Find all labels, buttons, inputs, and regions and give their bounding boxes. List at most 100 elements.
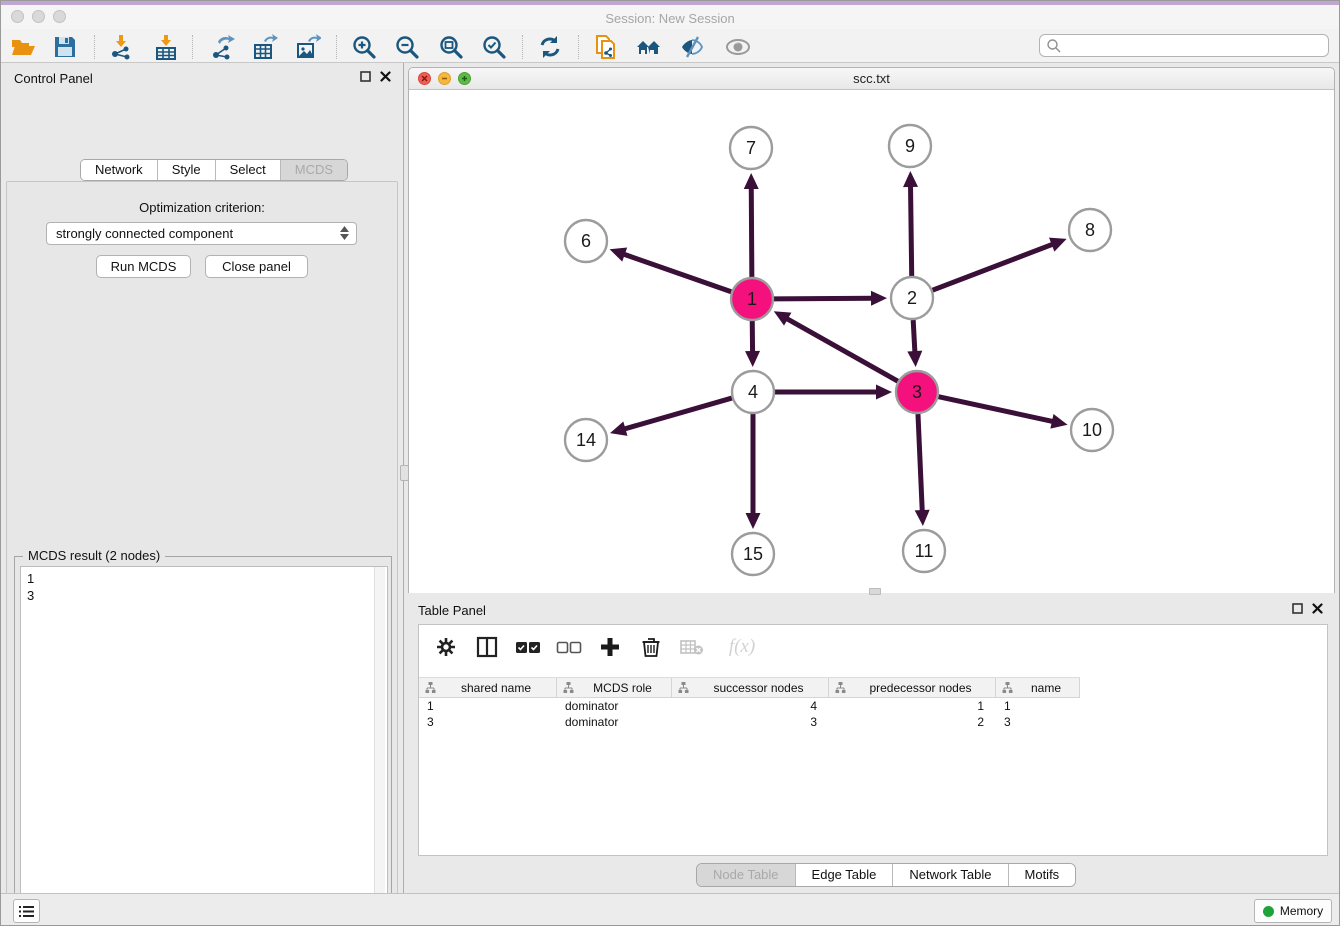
edge-1-2[interactable] (774, 298, 874, 299)
add-row-icon[interactable] (597, 634, 623, 660)
toolbar-separator (336, 35, 337, 59)
table-toolbar: f(x) (419, 625, 1327, 669)
close-panel-icon[interactable] (1312, 603, 1323, 614)
node-label: 7 (746, 138, 756, 158)
tab-mcds[interactable]: MCDS (281, 160, 347, 180)
column-header-label: MCDS role (574, 681, 671, 695)
search-input[interactable] (1062, 39, 1328, 53)
edge-arrowhead (903, 171, 918, 187)
network-graph[interactable]: 7968124314101511 (409, 90, 1334, 593)
chevron-updown-icon (340, 226, 349, 240)
column-header-name[interactable]: name (996, 678, 1080, 697)
tab-network-table[interactable]: Network Table (893, 864, 1008, 886)
node-label: 6 (581, 231, 591, 251)
node-label: 9 (905, 136, 915, 156)
edge-arrowhead (610, 247, 628, 261)
zoom-fit-icon[interactable] (437, 33, 465, 61)
column-header-mcds-role[interactable]: MCDS role (557, 678, 672, 697)
window-title: Session: New Session (1, 9, 1339, 29)
table-cell[interactable]: dominator (557, 698, 672, 714)
table-settings-icon[interactable] (433, 634, 459, 660)
column-header-label: name (1013, 681, 1079, 695)
edge-arrowhead (610, 421, 627, 435)
tab-motifs[interactable]: Motifs (1009, 864, 1076, 886)
horizontal-splitter-handle[interactable] (869, 588, 881, 595)
tab-select[interactable]: Select (216, 160, 281, 180)
tab-style[interactable]: Style (158, 160, 216, 180)
node-table-container: f(x) shared name MCDS rolesuccessor nodes… (418, 624, 1328, 856)
result-scrollbar[interactable] (374, 567, 385, 926)
network-overview-icon[interactable] (635, 33, 663, 61)
tab-network[interactable]: Network (81, 160, 158, 180)
network-canvas[interactable]: 7968124314101511 (409, 90, 1334, 593)
column-header-shared-name[interactable]: shared name (419, 678, 557, 697)
edge-3-10[interactable] (938, 397, 1054, 422)
edge-2-9[interactable] (911, 184, 912, 276)
table-cell[interactable]: 1 (829, 698, 996, 714)
memory-button[interactable]: Memory (1254, 899, 1332, 923)
edge-arrowhead (745, 351, 760, 367)
column-header-successor-nodes[interactable]: successor nodes (672, 678, 829, 697)
edge-2-3[interactable] (913, 320, 915, 354)
table-row[interactable]: 3dominator323 (419, 714, 1080, 730)
table-cell[interactable]: 3 (672, 714, 829, 730)
column-header-predecessor-nodes[interactable]: predecessor nodes (829, 678, 996, 697)
zoom-selected-icon[interactable] (480, 33, 508, 61)
import-network-icon[interactable] (107, 33, 135, 61)
zoom-out-icon[interactable] (393, 33, 421, 61)
open-session-icon[interactable] (9, 33, 37, 61)
dropdown-value: strongly connected component (56, 226, 233, 241)
search-icon (1046, 38, 1062, 54)
close-panel-icon[interactable] (380, 71, 391, 82)
table-cell[interactable]: 2 (829, 714, 996, 730)
edge-arrowhead (876, 385, 892, 400)
optimization-criterion-dropdown[interactable]: strongly connected component (46, 222, 357, 245)
clone-network-icon[interactable] (592, 33, 620, 61)
export-network-icon[interactable] (209, 33, 237, 61)
tab-node-table[interactable]: Node Table (697, 864, 796, 886)
tab-edge-table[interactable]: Edge Table (796, 864, 894, 886)
float-panel-icon[interactable] (1292, 603, 1303, 614)
node-label: 11 (915, 541, 934, 561)
control-panel-tabstrip: NetworkStyleSelectMCDS (80, 159, 348, 181)
titlebar: Session: New Session (1, 5, 1339, 29)
table-cell[interactable]: 1 (419, 698, 557, 714)
table-panel-title: Table Panel (418, 603, 486, 618)
select-all-icon[interactable] (515, 634, 541, 660)
edge-3-1[interactable] (785, 318, 898, 382)
column-type-icon (835, 682, 846, 693)
mcds-result-text[interactable]: 13 (20, 566, 388, 926)
control-panel-header: Control Panel (1, 63, 403, 93)
edge-2-8[interactable] (933, 244, 1055, 291)
edge-arrowhead (915, 510, 930, 526)
table-cell[interactable]: dominator (557, 714, 672, 730)
table-cell[interactable]: 1 (996, 698, 1080, 714)
deselect-all-icon[interactable] (556, 634, 582, 660)
close-panel-button[interactable]: Close panel (205, 255, 308, 278)
save-session-icon[interactable] (51, 33, 79, 61)
show-columns-icon[interactable] (474, 634, 500, 660)
network-view-window: scc.txt 7968124314101511 (408, 67, 1335, 593)
edge-1-6[interactable] (622, 254, 731, 292)
refresh-layout-icon[interactable] (536, 33, 564, 61)
network-window-titlebar[interactable]: scc.txt (409, 68, 1334, 90)
table-row[interactable]: 1dominator411 (419, 698, 1080, 714)
column-type-icon (1002, 682, 1013, 693)
hide-panels-icon[interactable] (678, 33, 706, 61)
task-history-button[interactable] (13, 899, 40, 923)
control-panel: Control Panel NetworkStyleSelectMCDS Opt… (1, 63, 404, 893)
show-panel-icon[interactable] (724, 33, 752, 61)
table-cell[interactable]: 3 (996, 714, 1080, 730)
float-panel-icon[interactable] (360, 71, 371, 82)
export-image-icon[interactable] (294, 33, 322, 61)
edge-3-11[interactable] (918, 414, 922, 513)
table-cell[interactable]: 3 (419, 714, 557, 730)
run-mcds-button[interactable]: Run MCDS (96, 255, 191, 278)
edge-4-14[interactable] (623, 398, 732, 429)
export-table-icon[interactable] (251, 33, 279, 61)
table-cell[interactable]: 4 (672, 698, 829, 714)
zoom-in-icon[interactable] (350, 33, 378, 61)
import-table-icon[interactable] (152, 33, 180, 61)
delete-row-icon[interactable] (638, 634, 664, 660)
edge-1-7[interactable] (751, 186, 752, 277)
